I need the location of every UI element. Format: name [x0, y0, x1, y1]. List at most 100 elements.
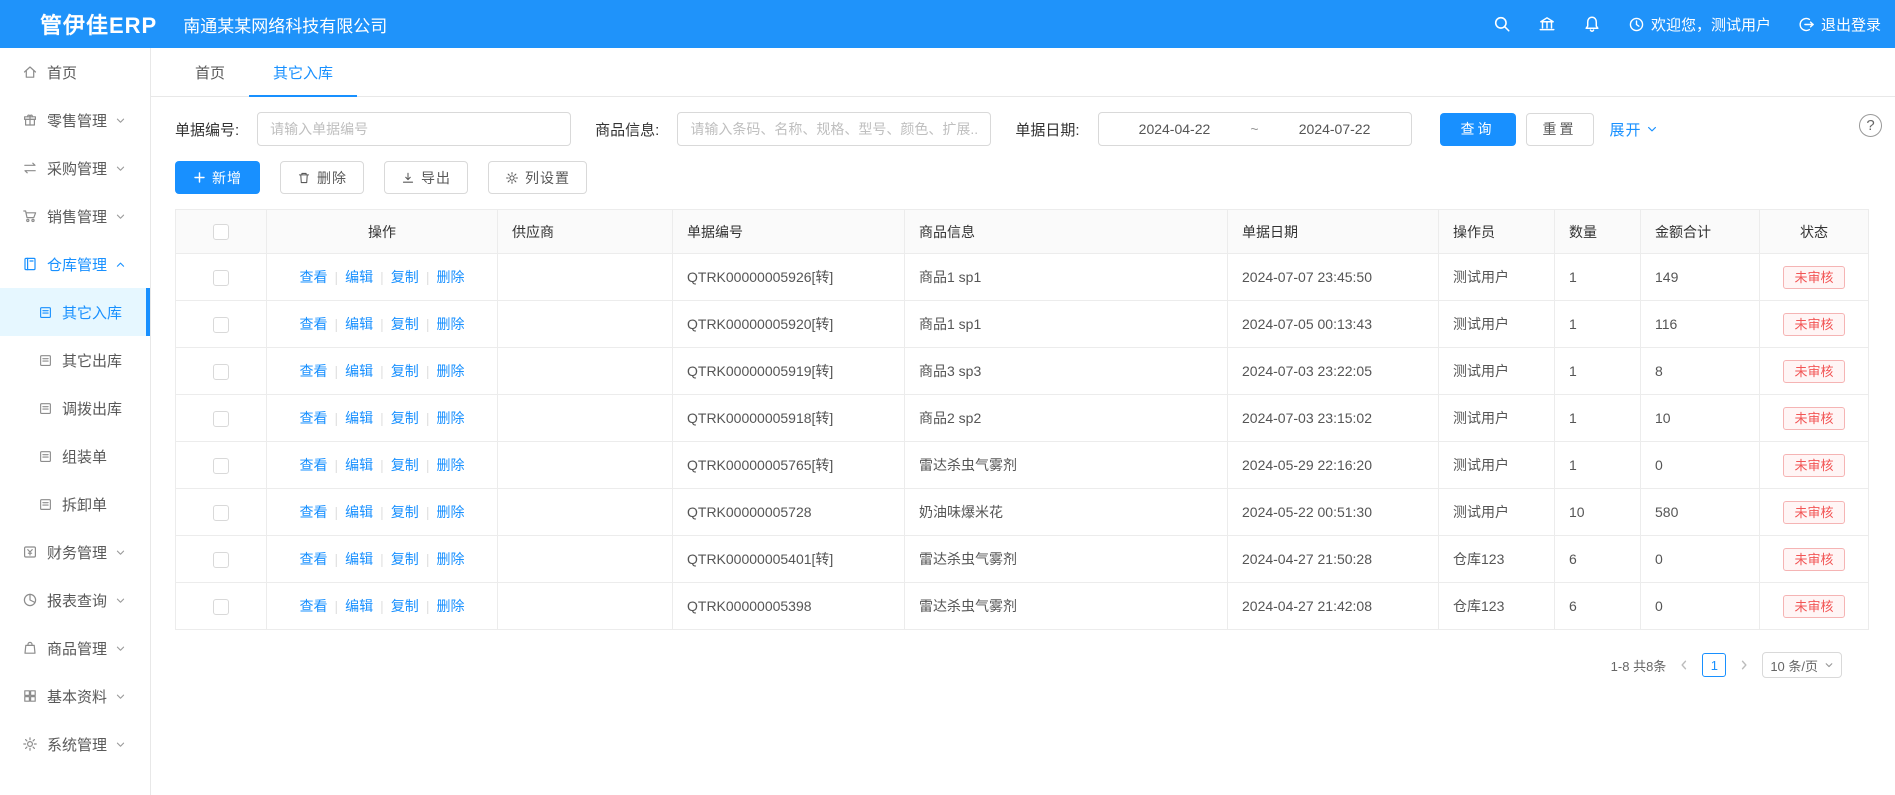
delete-link[interactable]: 删除	[436, 316, 464, 332]
col-header-status: 状态	[1760, 210, 1869, 254]
copy-link[interactable]: 复制	[391, 598, 419, 614]
tab-home[interactable]: 首页	[171, 48, 249, 96]
add-button[interactable]: 新增	[175, 161, 260, 194]
copy-link[interactable]: 复制	[391, 410, 419, 426]
goods-info-input[interactable]	[677, 112, 991, 146]
edit-link[interactable]: 编辑	[345, 551, 373, 567]
view-link[interactable]: 查看	[300, 316, 328, 332]
bank-icon[interactable]	[1538, 15, 1556, 33]
export-button[interactable]: 导出	[384, 161, 468, 194]
date-range-picker[interactable]: 2024-04-22 ~ 2024-07-22	[1098, 112, 1412, 146]
delete-link[interactable]: 删除	[436, 269, 464, 285]
chevron-down-icon	[115, 163, 126, 174]
edit-link[interactable]: 编辑	[345, 363, 373, 379]
delete-link[interactable]: 删除	[436, 504, 464, 520]
tab-other-inbound[interactable]: 其它入库	[249, 48, 357, 96]
row-checkbox[interactable]	[213, 411, 229, 427]
view-link[interactable]: 查看	[300, 410, 328, 426]
bell-icon[interactable]	[1583, 15, 1601, 33]
sidebar-item-system[interactable]: 系统管理	[0, 720, 150, 768]
view-link[interactable]: 查看	[300, 598, 328, 614]
edit-link[interactable]: 编辑	[345, 598, 373, 614]
welcome-user[interactable]: 欢迎您，测试用户	[1628, 14, 1771, 35]
sidebar-item-transfer-outbound[interactable]: 调拨出库	[0, 384, 150, 432]
copy-link[interactable]: 复制	[391, 457, 419, 473]
sidebar-item-disassembly[interactable]: 拆卸单	[0, 480, 150, 528]
sidebar-item-other-inbound[interactable]: 其它入库	[0, 288, 150, 336]
delete-link[interactable]: 删除	[436, 410, 464, 426]
view-link[interactable]: 查看	[300, 551, 328, 567]
cell-goods: 雷达杀虫气雾剂	[905, 536, 1228, 583]
sidebar-item-goods[interactable]: 商品管理	[0, 624, 150, 672]
column-settings-button[interactable]: 列设置	[488, 161, 587, 194]
sidebar-item-purchase[interactable]: 采购管理	[0, 144, 150, 192]
sidebar-item-finance[interactable]: 财务管理	[0, 528, 150, 576]
delete-link[interactable]: 删除	[436, 457, 464, 473]
cell-date: 2024-05-22 00:51:30	[1228, 489, 1439, 536]
date-end[interactable]: 2024-07-22	[1299, 121, 1371, 137]
cell-goods: 奶油味爆米花	[905, 489, 1228, 536]
delete-button[interactable]: 删除	[280, 161, 364, 194]
cell-bill-no: QTRK00000005398	[673, 583, 905, 630]
delete-link[interactable]: 删除	[436, 363, 464, 379]
edit-link[interactable]: 编辑	[345, 504, 373, 520]
edit-link[interactable]: 编辑	[345, 316, 373, 332]
next-page-button[interactable]	[1738, 659, 1750, 671]
row-actions: 查看|编辑|复制|删除	[267, 254, 498, 301]
row-checkbox[interactable]	[213, 505, 229, 521]
filter-row: 单据编号: 商品信息: 单据日期: 2024-04-22 ~ 2024-07-2…	[175, 112, 1869, 146]
search-button[interactable]: 查询	[1440, 113, 1516, 146]
select-all-checkbox[interactable]	[213, 224, 229, 240]
row-checkbox[interactable]	[213, 270, 229, 286]
delete-link[interactable]: 删除	[436, 551, 464, 567]
view-link[interactable]: 查看	[300, 457, 328, 473]
row-checkbox[interactable]	[213, 458, 229, 474]
copy-link[interactable]: 复制	[391, 316, 419, 332]
chevron-down-icon	[115, 643, 126, 654]
help-icon[interactable]: ?	[1859, 114, 1882, 137]
prev-page-button[interactable]	[1678, 659, 1690, 671]
status-badge: 未审核	[1783, 454, 1844, 477]
row-actions: 查看|编辑|复制|删除	[267, 489, 498, 536]
expand-link[interactable]: 展开	[1610, 119, 1658, 140]
reset-button[interactable]: 重置	[1526, 113, 1594, 146]
copy-link[interactable]: 复制	[391, 504, 419, 520]
table-toolbar: 新增 删除 导出 列设置	[175, 161, 1869, 194]
sidebar-item-home[interactable]: 首页	[0, 48, 150, 96]
view-link[interactable]: 查看	[300, 504, 328, 520]
sidebar-item-assembly[interactable]: 组装单	[0, 432, 150, 480]
edit-link[interactable]: 编辑	[345, 410, 373, 426]
search-icon[interactable]	[1493, 15, 1511, 33]
sidebar-item-warehouse[interactable]: 仓库管理	[0, 240, 150, 288]
copy-link[interactable]: 复制	[391, 269, 419, 285]
chevron-down-icon	[1646, 123, 1658, 135]
row-checkbox[interactable]	[213, 552, 229, 568]
bill-date-label: 单据日期:	[1015, 119, 1079, 140]
edit-link[interactable]: 编辑	[345, 457, 373, 473]
logout-button[interactable]: 退出登录	[1798, 14, 1881, 35]
page-number-current[interactable]: 1	[1702, 653, 1726, 677]
bill-no-input[interactable]	[257, 112, 571, 146]
page-size-select[interactable]: 10 条/页	[1762, 652, 1842, 678]
sidebar-item-sales[interactable]: 销售管理	[0, 192, 150, 240]
row-checkbox[interactable]	[213, 599, 229, 615]
col-header-bill-no: 单据编号	[673, 210, 905, 254]
copy-link[interactable]: 复制	[391, 551, 419, 567]
col-header-operator: 操作员	[1439, 210, 1555, 254]
date-start[interactable]: 2024-04-22	[1139, 121, 1211, 137]
cell-status: 未审核	[1760, 301, 1869, 348]
row-actions: 查看|编辑|复制|删除	[267, 536, 498, 583]
row-checkbox[interactable]	[213, 317, 229, 333]
view-link[interactable]: 查看	[300, 269, 328, 285]
view-link[interactable]: 查看	[300, 363, 328, 379]
row-checkbox[interactable]	[213, 364, 229, 380]
copy-link[interactable]: 复制	[391, 363, 419, 379]
edit-link[interactable]: 编辑	[345, 269, 373, 285]
cell-operator: 仓库123	[1439, 583, 1555, 630]
sidebar-item-basic-data[interactable]: 基本资料	[0, 672, 150, 720]
sidebar-item-other-outbound[interactable]: 其它出库	[0, 336, 150, 384]
delete-link[interactable]: 删除	[436, 598, 464, 614]
content-area: 首页 其它入库 ? 单据编号: 商品信息: 单据日期: 2024-04-22 ~…	[151, 48, 1895, 795]
sidebar-item-reports[interactable]: 报表查询	[0, 576, 150, 624]
sidebar-item-retail[interactable]: 零售管理	[0, 96, 150, 144]
